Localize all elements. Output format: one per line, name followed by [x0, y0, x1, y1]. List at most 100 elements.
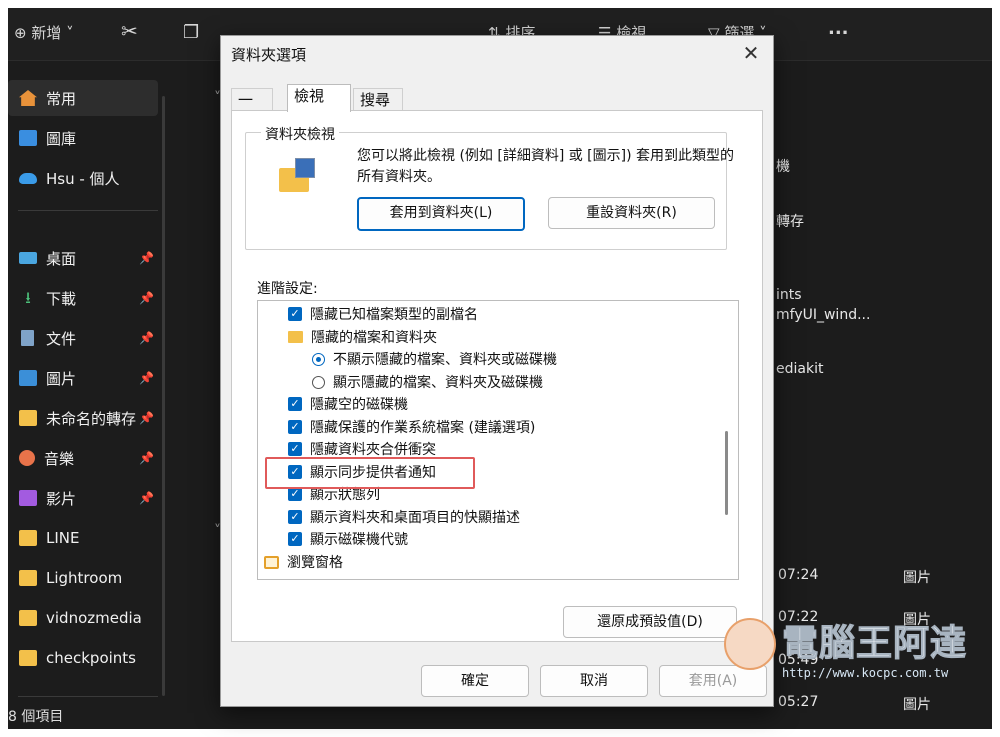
- setting-label: 隱藏的檔案和資料夾: [311, 330, 437, 346]
- setting-hide-protected-os-files[interactable]: ✓ 隱藏保護的作業系統檔案 (建議選項): [288, 416, 535, 438]
- folder-view-icon: [279, 158, 317, 194]
- sidebar-item-label: 音樂: [44, 449, 75, 468]
- sidebar-item-label: checkpoints: [46, 649, 136, 667]
- sidebar-item-onedrive[interactable]: Hsu - 個人: [8, 160, 158, 196]
- setting-label: 隱藏已知檔案類型的副檔名: [310, 307, 478, 323]
- sidebar-item-documents[interactable]: 文件 📌: [8, 320, 158, 356]
- setting-label: 瀏覽窗格: [287, 555, 343, 571]
- advanced-settings-label: 進階設定:: [257, 281, 318, 297]
- modified-time: 07:24: [778, 567, 819, 583]
- file-name[interactable]: ediakit: [776, 361, 823, 377]
- setting-label: 顯示資料夾和桌面項目的快顯描述: [310, 510, 520, 526]
- watermark-url: http://www.kocpc.com.tw: [782, 666, 949, 680]
- file-name[interactable]: mfyUI_wind...: [776, 307, 870, 323]
- navigation-pane: 常用 圖庫 Hsu - 個人 桌面 📌 ⭳ 下載 📌 文件 📌 圖片 📌 未命名…: [8, 68, 158, 718]
- pin-icon[interactable]: 📌: [139, 371, 154, 385]
- sidebar-divider: [18, 696, 158, 697]
- folder-icon: [19, 410, 37, 426]
- sidebar-item-unnamed-folder[interactable]: 未命名的轉存 📌: [8, 400, 158, 436]
- checkbox-checked-icon[interactable]: ✓: [288, 532, 302, 546]
- checkbox-checked-icon[interactable]: ✓: [288, 510, 302, 524]
- item-count: 8 個項目: [8, 709, 64, 725]
- sidebar-item-vidnozmediakit[interactable]: vidnozmediakit: [8, 600, 158, 636]
- sidebar-scrollbar[interactable]: [162, 96, 165, 696]
- pin-icon[interactable]: 📌: [139, 451, 154, 465]
- reset-folders-button[interactable]: 重設資料夾(R): [548, 197, 715, 229]
- folder-options-dialog: 資料夾選項 ✕ 一般 檢視 搜尋 資料夾檢視 您可以將此檢視 (例如 [詳細資料…: [220, 35, 774, 707]
- ok-button[interactable]: 確定: [421, 665, 529, 697]
- pin-icon[interactable]: 📌: [139, 491, 154, 505]
- setting-label: 隱藏保護的作業系統檔案 (建議選項): [310, 420, 536, 436]
- setting-navigation-pane-group: 瀏覽窗格: [264, 551, 343, 573]
- pin-icon[interactable]: 📌: [139, 331, 154, 345]
- radio-selected-icon[interactable]: [312, 352, 325, 366]
- cancel-button[interactable]: 取消: [540, 665, 648, 697]
- sidebar-item-gallery[interactable]: 圖庫: [8, 120, 158, 156]
- close-icon[interactable]: ✕: [737, 40, 765, 66]
- setting-hide-empty-drives[interactable]: ✓ 隱藏空的磁碟機: [288, 393, 408, 415]
- group-title: 資料夾檢視: [261, 124, 339, 144]
- annotation-highlight-box: [265, 457, 475, 489]
- sidebar-item-line[interactable]: LINE: [8, 520, 158, 556]
- new-button[interactable]: ⊕ 新增 ˅: [14, 22, 74, 43]
- sidebar-divider: [18, 210, 158, 211]
- sidebar-item-pictures[interactable]: 圖片 📌: [8, 360, 158, 396]
- tab-search[interactable]: 搜尋: [353, 88, 403, 111]
- setting-show-drive-letters[interactable]: ✓ 顯示磁碟機代號: [288, 528, 408, 550]
- folder-icon: [19, 650, 37, 666]
- cut-icon[interactable]: ✂: [121, 19, 138, 43]
- sidebar-item-home[interactable]: 常用: [8, 80, 158, 116]
- new-label: 新增: [31, 24, 62, 42]
- sidebar-item-label: Lightroom: [46, 569, 123, 587]
- checkbox-checked-icon[interactable]: ✓: [288, 420, 302, 434]
- sidebar-item-label: 圖庫: [46, 129, 77, 148]
- folder-icon: [288, 331, 303, 343]
- checkbox-checked-icon[interactable]: ✓: [288, 442, 302, 456]
- mascot-logo-icon: [724, 618, 776, 670]
- desktop-icon: [19, 252, 37, 264]
- file-name[interactable]: ints: [776, 287, 802, 303]
- file-name[interactable]: 機: [776, 156, 790, 176]
- navigation-pane-icon: [264, 555, 279, 569]
- setting-show-hidden[interactable]: 顯示隱藏的檔案、資料夾及磁碟機: [312, 371, 543, 393]
- home-icon: [19, 90, 37, 106]
- sidebar-item-downloads[interactable]: ⭳ 下載 📌: [8, 280, 158, 316]
- cloud-icon: [19, 172, 37, 184]
- sidebar-item-label: LINE: [46, 529, 80, 547]
- checkbox-checked-icon[interactable]: ✓: [288, 397, 302, 411]
- file-name[interactable]: 轉存: [776, 211, 804, 231]
- sidebar-item-label: Hsu - 個人: [46, 169, 120, 188]
- radio-unselected-icon[interactable]: [312, 375, 325, 389]
- checkbox-checked-icon[interactable]: ✓: [288, 487, 302, 501]
- pin-icon[interactable]: 📌: [139, 291, 154, 305]
- tab-view[interactable]: 檢視: [287, 84, 351, 112]
- gallery-icon: [19, 130, 37, 146]
- sidebar-item-videos[interactable]: 影片 📌: [8, 480, 158, 516]
- sidebar-item-label: 圖片: [46, 369, 77, 388]
- apply-to-folders-button[interactable]: 套用到資料夾(L): [357, 197, 525, 231]
- sidebar-item-label: 影片: [46, 489, 77, 508]
- setting-label: 隱藏資料夾合併衝突: [310, 442, 436, 458]
- setting-dont-show-hidden[interactable]: 不顯示隱藏的檔案、資料夾或磁碟機: [312, 348, 557, 370]
- sidebar-item-label: 常用: [46, 89, 77, 108]
- pin-icon[interactable]: 📌: [139, 411, 154, 425]
- setting-hide-extensions[interactable]: ✓ 隱藏已知檔案類型的副檔名: [288, 303, 478, 325]
- more-button[interactable]: ...: [828, 18, 849, 39]
- sidebar-item-lightroom[interactable]: Lightroom: [8, 560, 158, 596]
- sidebar-item-desktop[interactable]: 桌面 📌: [8, 240, 158, 276]
- download-icon: ⭳: [25, 288, 31, 307]
- folder-icon: [19, 530, 37, 546]
- advanced-settings-list[interactable]: ✓ 隱藏已知檔案類型的副檔名 隱藏的檔案和資料夾 不顯示隱藏的檔案、資料夾或磁碟機…: [257, 300, 739, 580]
- pin-icon[interactable]: 📌: [139, 251, 154, 265]
- setting-show-popup-descriptions[interactable]: ✓ 顯示資料夾和桌面項目的快顯描述: [288, 506, 520, 528]
- list-scrollbar[interactable]: [725, 431, 728, 515]
- sidebar-item-checkpoints[interactable]: checkpoints: [8, 640, 158, 676]
- tab-general[interactable]: 一般: [231, 88, 273, 131]
- sidebar-item-label: 桌面: [46, 249, 77, 268]
- sidebar-item-label: 下載: [46, 289, 77, 308]
- copy-icon[interactable]: ❐: [183, 22, 199, 43]
- sidebar-item-music[interactable]: 音樂 📌: [8, 440, 158, 476]
- checkbox-checked-icon[interactable]: ✓: [288, 307, 302, 321]
- setting-hidden-files-group: 隱藏的檔案和資料夾: [288, 326, 437, 348]
- restore-defaults-button[interactable]: 還原成預設值(D): [563, 606, 737, 638]
